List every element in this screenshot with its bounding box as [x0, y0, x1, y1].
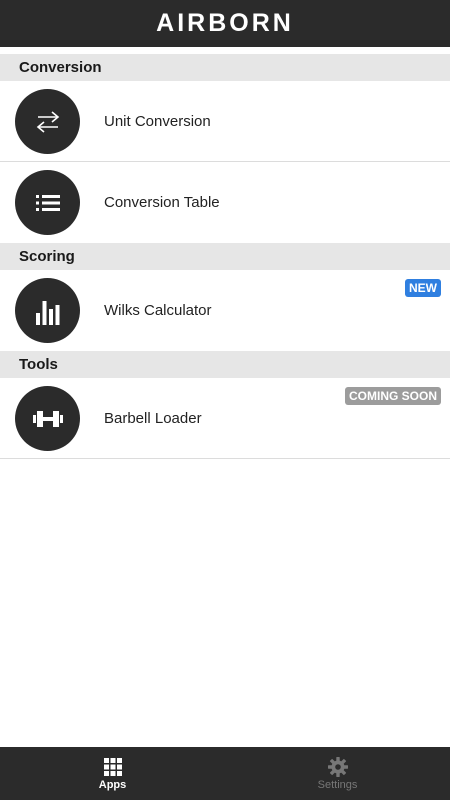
item-label-conversion-table: Conversion Table — [104, 194, 220, 211]
grid-icon — [103, 757, 122, 777]
swap-arrows-icon — [15, 89, 80, 154]
tab-label-apps: Apps — [98, 778, 127, 791]
section-header-conversion: Conversion — [0, 54, 450, 81]
app-header: AIRBORN — [0, 0, 450, 47]
gear-icon — [327, 756, 348, 777]
item-label-barbell-loader: Barbell Loader — [104, 409, 202, 427]
item-label-unit-conversion: Unit Conversion — [104, 112, 211, 130]
list-item-wilks-calculator[interactable]: Wilks Calculator NEW — [0, 270, 450, 351]
tab-label-settings: Settings — [317, 778, 358, 791]
coming-soon-badge: COMING SOON — [344, 387, 441, 405]
tab-apps[interactable]: Apps — [0, 747, 225, 800]
new-badge: NEW — [405, 279, 441, 297]
app-logo: AIRBORN — [156, 9, 294, 37]
section-header-scoring: Scoring — [0, 243, 450, 270]
dumbbell-icon — [15, 386, 80, 451]
bottom-tab-bar: Apps Settings — [0, 747, 450, 800]
bar-chart-icon — [15, 278, 80, 343]
tab-settings[interactable]: Settings — [225, 747, 450, 800]
list-item-unit-conversion[interactable]: Unit Conversion — [0, 81, 450, 162]
list-item-barbell-loader[interactable]: Barbell Loader COMING SOON — [0, 378, 450, 459]
list-icon — [15, 170, 80, 235]
app-list: Conversion Unit Conversion Conversion Ta… — [0, 54, 450, 459]
item-label-wilks-calculator: Wilks Calculator — [104, 302, 212, 319]
section-header-tools: Tools — [0, 351, 450, 378]
list-item-conversion-table[interactable]: Conversion Table — [0, 162, 450, 243]
app-root: AIRBORN Conversion Unit Conversion Conve… — [0, 0, 450, 800]
